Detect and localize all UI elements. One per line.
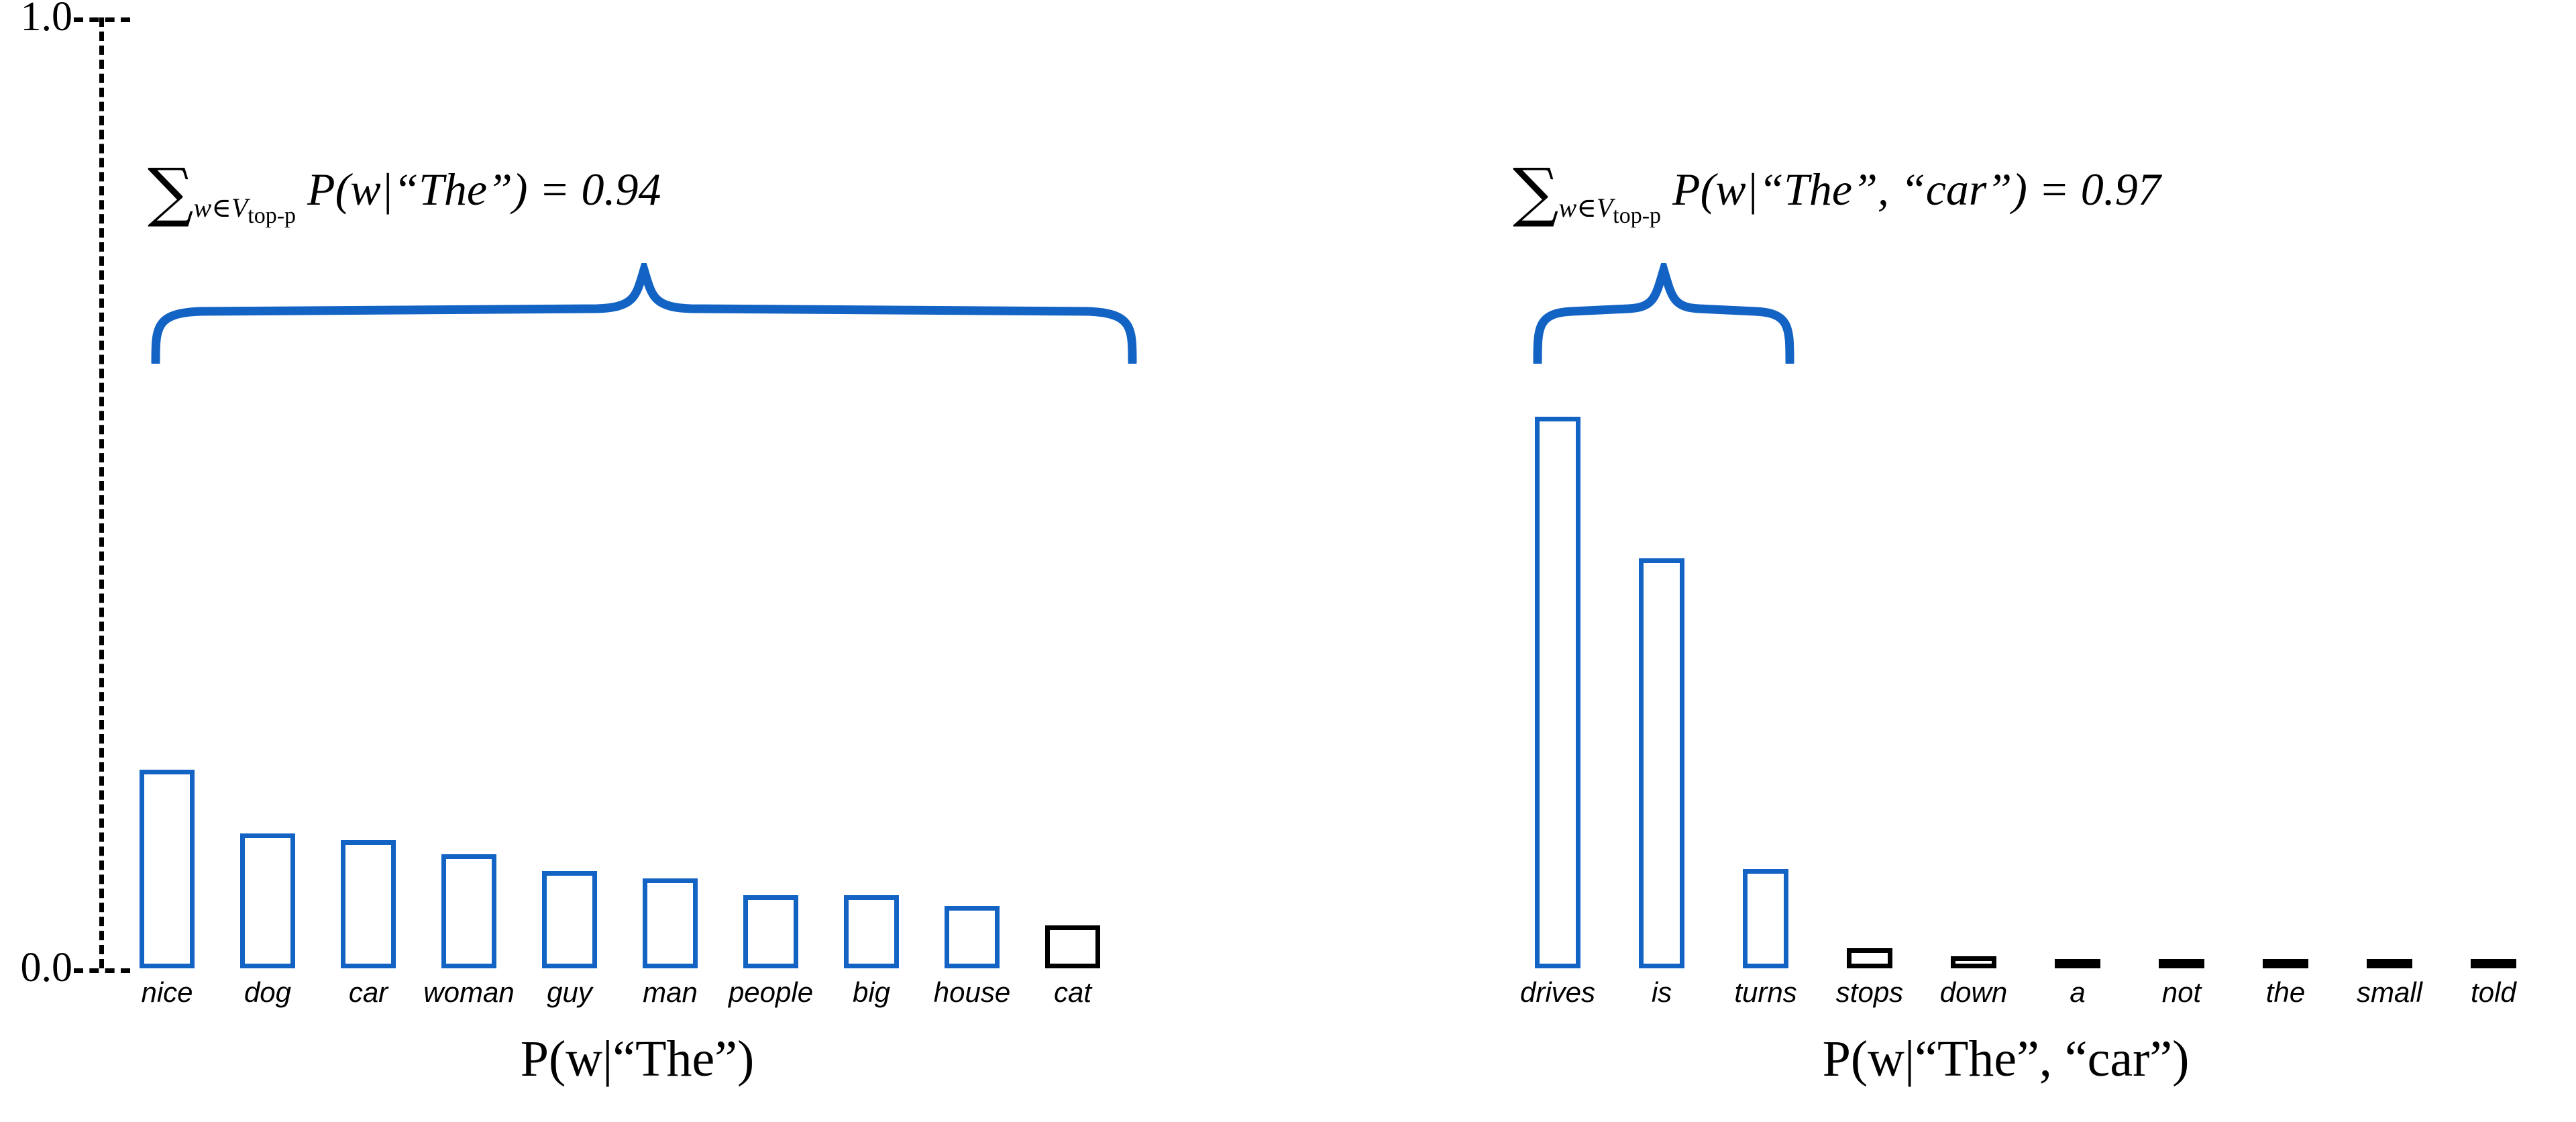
bar-guy[interactable] <box>542 871 597 968</box>
left-panel: ∑w∈Vtop-p P(w|“The”) = 0.94 nice dog car… <box>0 0 1275 1122</box>
xlabel-small: small <box>2356 976 2422 1008</box>
bar-stops[interactable] <box>1847 948 1892 968</box>
xlabel-cat: cat <box>1053 976 1092 1008</box>
bar-not[interactable] <box>2159 959 2204 968</box>
bar-told[interactable] <box>2471 959 2516 968</box>
bar-is[interactable] <box>1639 558 1684 968</box>
bar-man[interactable] <box>643 878 698 968</box>
bar-woman[interactable] <box>441 854 496 968</box>
bar-car[interactable] <box>341 840 396 968</box>
bar-nice[interactable] <box>140 770 195 968</box>
right-bars-group <box>1275 0 2576 968</box>
bar-small[interactable] <box>2367 959 2412 968</box>
bar-house[interactable] <box>945 906 1000 968</box>
xlabel-drives: drives <box>1519 976 1596 1008</box>
bar-turns[interactable] <box>1743 869 1788 968</box>
bar-dog[interactable] <box>240 833 295 968</box>
left-bars-group <box>0 0 1275 968</box>
xlabel-not: not <box>2161 976 2202 1008</box>
xlabel-down: down <box>1939 976 2008 1008</box>
xlabel-told: told <box>2471 976 2516 1008</box>
bar-down[interactable] <box>1951 956 1996 968</box>
bar-cat[interactable] <box>1045 925 1100 968</box>
xlabel-the: the <box>2265 976 2306 1008</box>
bar-a[interactable] <box>2055 959 2100 968</box>
right-panel: ∑w∈Vtop-p P(w|“The”, “car”) = 0.97 drive… <box>1275 0 2576 1122</box>
bar-drives[interactable] <box>1535 417 1580 968</box>
bar-people[interactable] <box>743 895 798 968</box>
figure-root: 1.0 0.0 ∑w∈Vtop-p P(w|“The”) = 0.94 nice… <box>0 0 2576 1122</box>
bar-the[interactable] <box>2263 959 2308 968</box>
bar-big[interactable] <box>844 895 899 968</box>
xlabel-turns: turns <box>1734 976 1797 1008</box>
left-axis-title: P(w|“The”) <box>520 1031 755 1087</box>
xlabel-a: a <box>2070 976 2086 1008</box>
right-axis-title: P(w|“The”, “car”) <box>1822 1031 2190 1087</box>
xlabel-is: is <box>1651 976 1672 1008</box>
xlabel-stops: stops <box>1835 976 1904 1008</box>
